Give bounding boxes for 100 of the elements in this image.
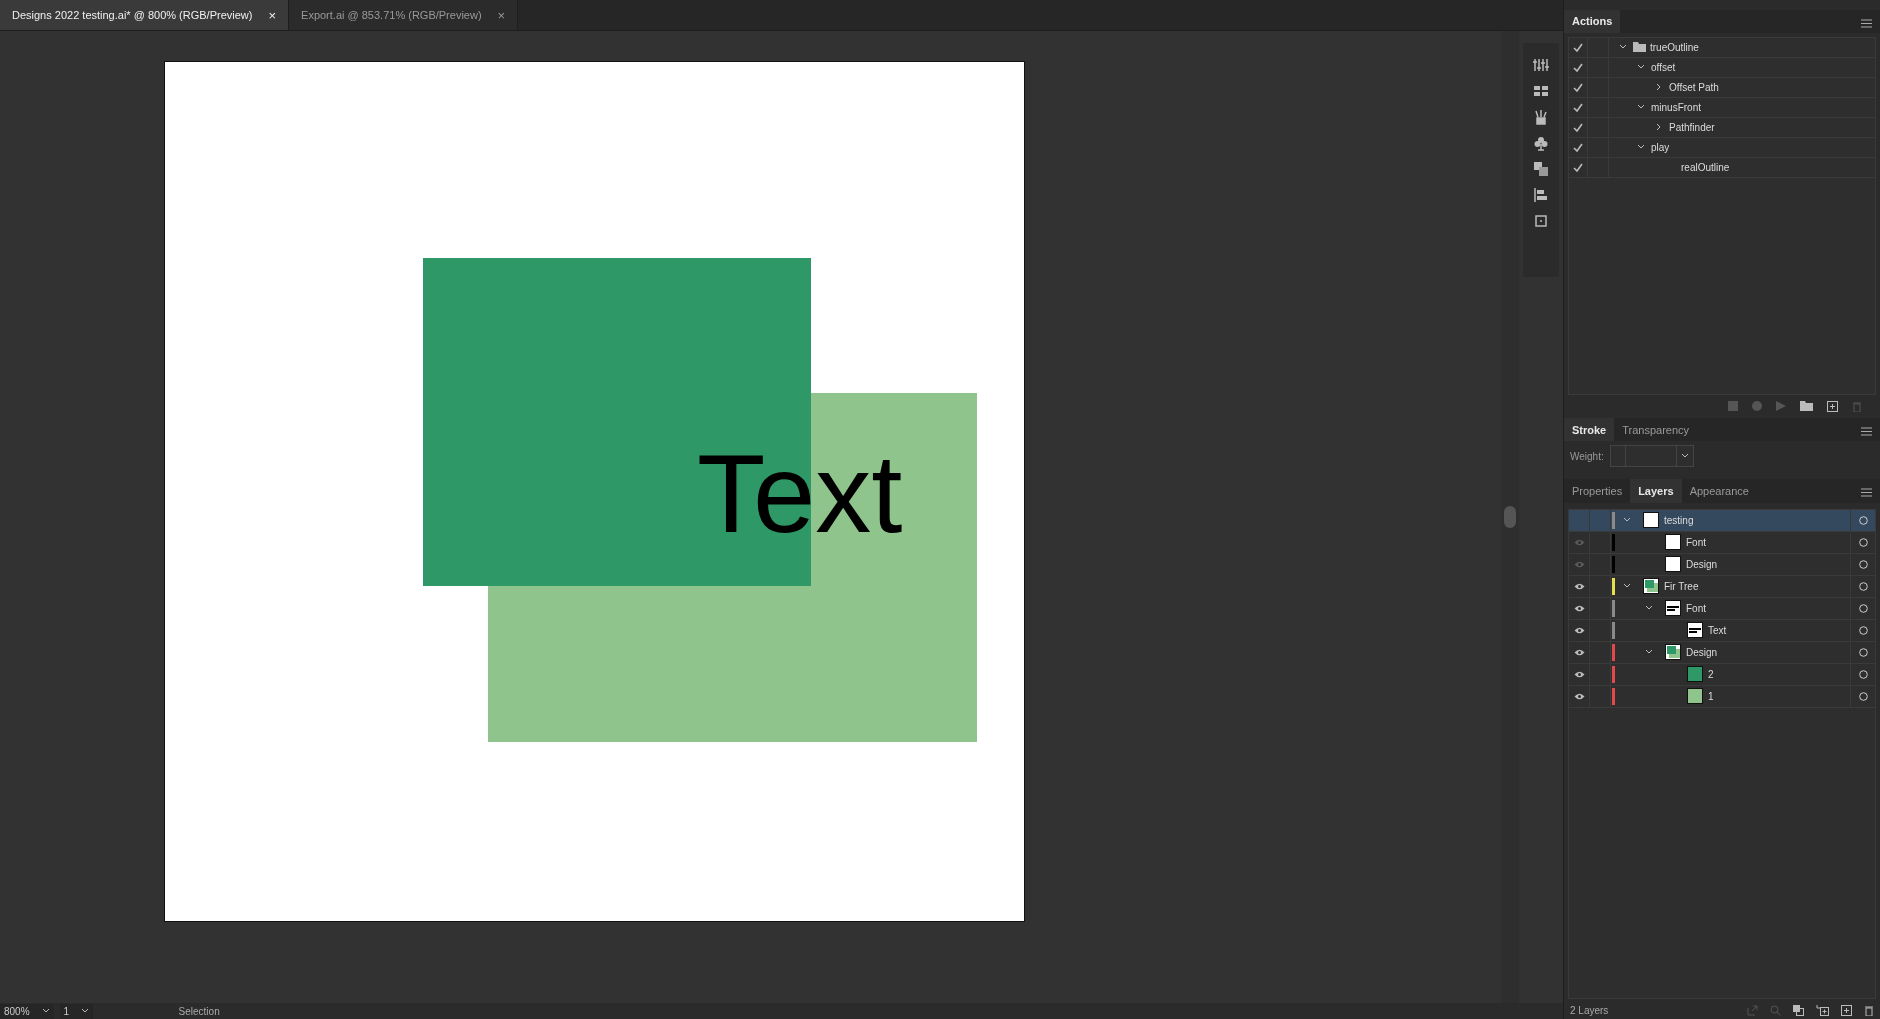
chevron-right-icon[interactable] — [1656, 83, 1662, 92]
layer-row[interactable]: testing — [1569, 509, 1875, 532]
weight-label: Weight: — [1570, 450, 1604, 462]
layer-count: 2 Layers — [1570, 1005, 1609, 1017]
close-button[interactable]: × — [497, 7, 506, 23]
action-item[interactable]: Offset Path — [1669, 81, 1719, 93]
layer-name[interactable]: Font — [1686, 602, 1706, 614]
layer-thumbnail — [1687, 666, 1703, 683]
weight-field[interactable] — [1609, 445, 1694, 468]
properties-icon[interactable] — [1533, 57, 1549, 73]
document-tab[interactable]: Export.ai @ 853.71% (RGB/Preview) × — [289, 0, 519, 30]
new-action-icon[interactable] — [1827, 400, 1838, 412]
target-icon[interactable] — [1858, 625, 1868, 635]
eye-icon[interactable] — [1573, 582, 1585, 590]
panel-tab[interactable]: Transparency — [1614, 418, 1698, 442]
layer-name[interactable]: testing — [1664, 514, 1694, 526]
artboard-field[interactable]: 1 — [59, 1003, 94, 1019]
pathfinder-icon[interactable] — [1533, 161, 1549, 177]
action-item[interactable]: minusFront — [1651, 101, 1701, 113]
layer-thumbnail — [1665, 556, 1681, 573]
chevron-down-icon[interactable] — [1680, 453, 1689, 460]
panel-tab[interactable]: Stroke — [1564, 418, 1615, 442]
panel-tab[interactable]: Actions — [1564, 9, 1621, 33]
trash-icon[interactable] — [1864, 1005, 1874, 1017]
eye-icon[interactable] — [1573, 670, 1585, 678]
target-icon[interactable] — [1858, 669, 1868, 679]
folder-icon[interactable] — [1800, 400, 1813, 411]
chevron-right-icon[interactable] — [1656, 123, 1662, 132]
action-item[interactable]: play — [1651, 141, 1670, 153]
layer-thumbnail — [1643, 512, 1659, 529]
text-thumbnail — [1665, 600, 1681, 617]
layer-row[interactable]: Design — [1569, 553, 1875, 576]
checkmark-icon[interactable] — [1573, 162, 1583, 172]
layer-name[interactable]: Design — [1686, 558, 1718, 570]
layer-row[interactable]: 1 — [1569, 685, 1875, 708]
eye-icon[interactable] — [1573, 692, 1585, 700]
chevron-down-icon[interactable] — [1623, 517, 1631, 524]
action-item[interactable]: Pathfinder — [1669, 121, 1715, 133]
checkmark-icon[interactable] — [1573, 82, 1583, 92]
mask-icon[interactable] — [1793, 1005, 1804, 1017]
panel-tab[interactable]: Layers — [1630, 479, 1682, 503]
club-icon[interactable] — [1533, 135, 1549, 151]
new-layer-icon[interactable] — [1841, 1005, 1852, 1017]
layer-row[interactable]: Font — [1569, 531, 1875, 554]
chevron-down-icon[interactable] — [81, 1008, 90, 1014]
layer-row[interactable]: Fir Tree — [1569, 575, 1875, 598]
chevron-down-icon[interactable] — [1645, 649, 1653, 656]
target-icon[interactable] — [1858, 581, 1868, 591]
document-tab[interactable]: Designs 2022 testing.ai* @ 800% (RGB/Preview) × — [0, 0, 290, 30]
transform-icon[interactable] — [1533, 213, 1549, 229]
target-icon[interactable] — [1858, 559, 1868, 569]
text-thumbnail — [1687, 622, 1703, 639]
layer-row[interactable]: Design — [1569, 641, 1875, 664]
chevron-down-icon[interactable] — [1645, 605, 1653, 612]
libraries-icon[interactable] — [1533, 83, 1549, 99]
checkmark-icon[interactable] — [1573, 142, 1583, 152]
layer-name[interactable]: Font — [1686, 536, 1706, 548]
zoom-field[interactable]: 800% — [0, 1003, 54, 1019]
layer-thumbnail — [1643, 578, 1659, 595]
chevron-down-icon[interactable] — [41, 1008, 50, 1014]
checkmark-icon[interactable] — [1573, 42, 1583, 52]
menu-icon[interactable] — [1861, 18, 1872, 28]
target-icon[interactable] — [1858, 691, 1868, 701]
chevron-down-icon[interactable] — [1637, 104, 1645, 111]
checkmark-icon[interactable] — [1573, 122, 1583, 132]
target-icon[interactable] — [1858, 603, 1868, 613]
layer-row[interactable]: Text — [1569, 619, 1875, 642]
action-item[interactable]: offset — [1651, 61, 1676, 73]
align-icon[interactable] — [1533, 187, 1549, 203]
eye-icon[interactable] — [1573, 626, 1585, 634]
action-item[interactable]: trueOutline — [1650, 41, 1699, 53]
brushes-icon[interactable] — [1533, 109, 1549, 125]
layer-row[interactable]: 2 — [1569, 663, 1875, 686]
panel-tab[interactable]: Properties — [1564, 479, 1631, 503]
action-item[interactable]: realOutline — [1669, 161, 1730, 173]
new-sublayer-icon[interactable] — [1816, 1005, 1829, 1017]
layer-row[interactable]: Font — [1569, 597, 1875, 620]
chevron-down-icon[interactable] — [1623, 583, 1631, 590]
eye-icon[interactable] — [1573, 648, 1585, 656]
chevron-down-icon[interactable] — [1637, 64, 1645, 71]
vertical-scrollbar[interactable] — [1501, 31, 1519, 1003]
layer-name[interactable]: Text — [1708, 624, 1727, 636]
chevron-down-icon[interactable] — [1637, 144, 1645, 151]
layer-name[interactable]: 1 — [1708, 690, 1714, 702]
target-icon[interactable] — [1858, 647, 1868, 657]
target-icon[interactable] — [1858, 515, 1868, 525]
eye-icon[interactable] — [1573, 604, 1585, 612]
current-tool-label[interactable]: Selection — [99, 1005, 300, 1017]
close-button[interactable]: × — [268, 7, 277, 23]
panel-tab[interactable]: Appearance — [1681, 479, 1757, 503]
checkmark-icon[interactable] — [1573, 62, 1583, 72]
layer-thumbnail — [1687, 688, 1703, 705]
checkmark-icon[interactable] — [1573, 102, 1583, 112]
layer-name[interactable]: 2 — [1708, 668, 1714, 680]
target-icon[interactable] — [1858, 537, 1868, 547]
menu-icon[interactable] — [1861, 488, 1872, 498]
layer-name[interactable]: Design — [1686, 646, 1718, 658]
layer-name[interactable]: Fir Tree — [1664, 580, 1699, 592]
menu-icon[interactable] — [1861, 427, 1872, 437]
chevron-down-icon[interactable] — [1619, 44, 1627, 51]
